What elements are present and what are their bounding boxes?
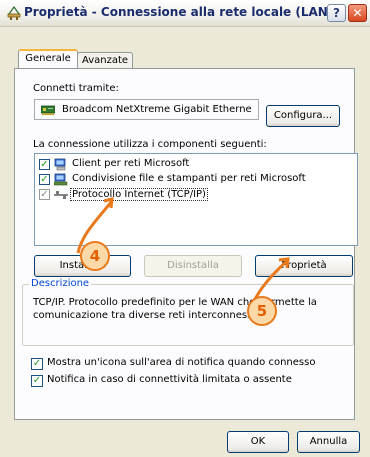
- annotation-badge-5: 5: [247, 296, 277, 326]
- properties-dialog: Proprietà - Connessione alla rete locale…: [0, 0, 370, 457]
- tab-advanced[interactable]: Avanzate: [77, 52, 133, 69]
- component-checkbox[interactable]: ✓: [39, 159, 50, 170]
- configure-button[interactable]: Configura...: [266, 105, 340, 127]
- file-printer-sharing-icon: [54, 173, 68, 186]
- component-checkbox[interactable]: ✓: [39, 174, 50, 185]
- notify-checkbox[interactable]: ✓: [31, 375, 43, 387]
- tab-general[interactable]: Generale: [18, 49, 78, 68]
- description-legend: Descrizione: [29, 278, 92, 289]
- adapter-name: Broadcom NetXtreme Gigabit Etherne: [62, 104, 252, 115]
- connect-using-label: Connetti tramite:: [33, 83, 119, 94]
- help-button[interactable]: ?: [327, 4, 346, 22]
- network-connection-icon: [7, 5, 21, 20]
- annotation-badge-4: 4: [80, 241, 110, 271]
- close-button[interactable]: ✕: [348, 4, 367, 22]
- title-bar[interactable]: Proprietà - Connessione alla rete locale…: [0, 0, 370, 27]
- component-label: Condivisione file e stampanti per reti M…: [72, 173, 306, 184]
- cancel-button[interactable]: Annulla: [297, 431, 360, 453]
- component-checkbox[interactable]: ✓: [39, 189, 50, 200]
- adapter-field: Broadcom NetXtreme Gigabit Etherne: [34, 99, 259, 120]
- network-client-icon: [54, 158, 66, 171]
- network-adapter-icon: [41, 105, 55, 115]
- ok-button[interactable]: OK: [227, 431, 289, 453]
- components-label: La connessione utilizza i componenti seg…: [33, 139, 267, 150]
- window-title: Proprietà - Connessione alla rete locale…: [24, 5, 334, 19]
- show-icon-label: Mostra un'icona sull'area di notifica qu…: [47, 357, 316, 368]
- show-icon-checkbox[interactable]: ✓: [31, 358, 43, 370]
- uninstall-button[interactable]: Disinstalla: [144, 255, 242, 277]
- notify-label: Notifica in caso di connettività limitat…: [47, 374, 292, 385]
- component-label: Client per reti Microsoft: [72, 158, 190, 169]
